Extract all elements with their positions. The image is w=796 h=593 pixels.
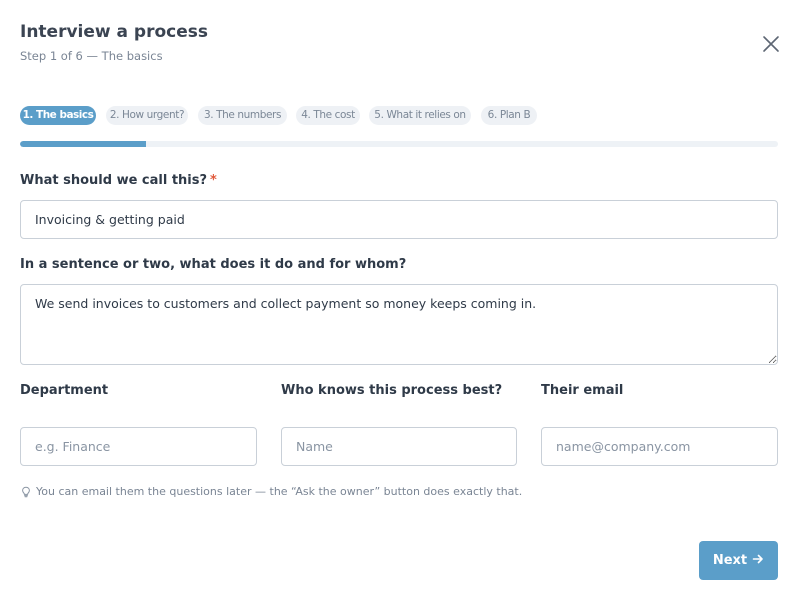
progress-bar (20, 141, 778, 147)
tab-step-3[interactable]: 3. The numbers (198, 106, 287, 125)
arrow-right-icon (752, 553, 764, 569)
owner-label: Who knows this process best? (281, 383, 503, 398)
owner-email-input[interactable] (541, 427, 778, 466)
owner-name-input[interactable] (281, 427, 517, 466)
description-textarea[interactable]: We send invoices to customers and collec… (20, 284, 778, 365)
next-button[interactable]: Next (699, 541, 778, 580)
progress-fill (20, 141, 147, 147)
department-label: Department (20, 383, 109, 398)
process-name-input[interactable] (20, 200, 778, 239)
lightbulb-icon (20, 486, 32, 498)
next-button-label: Next (712, 553, 748, 568)
interview-dialog: Interview a process Step 1 of 6 — The ba… (0, 0, 796, 593)
name-label-text: What should we call this? (20, 173, 208, 188)
email-label: Their email (541, 383, 624, 398)
tab-step-6[interactable]: 6. Plan B (481, 106, 537, 125)
tab-step-1[interactable]: 1. The basics (20, 106, 96, 125)
dialog-subtitle: Step 1 of 6 — The basics (20, 49, 163, 63)
dialog-title: Interview a process (20, 22, 208, 42)
hint: You can email them the questions later —… (20, 485, 522, 498)
department-input[interactable] (20, 427, 257, 466)
close-icon[interactable] (759, 32, 783, 56)
required-mark: * (210, 173, 217, 188)
tab-step-4[interactable]: 4. The cost (296, 106, 360, 125)
tab-step-2[interactable]: 2. How urgent? (106, 106, 188, 125)
hint-text: You can email them the questions later —… (36, 485, 523, 498)
tab-step-5[interactable]: 5. What it relies on (369, 106, 471, 125)
name-label: What should we call this? * (20, 173, 217, 188)
description-label: In a sentence or two, what does it do an… (20, 257, 407, 272)
